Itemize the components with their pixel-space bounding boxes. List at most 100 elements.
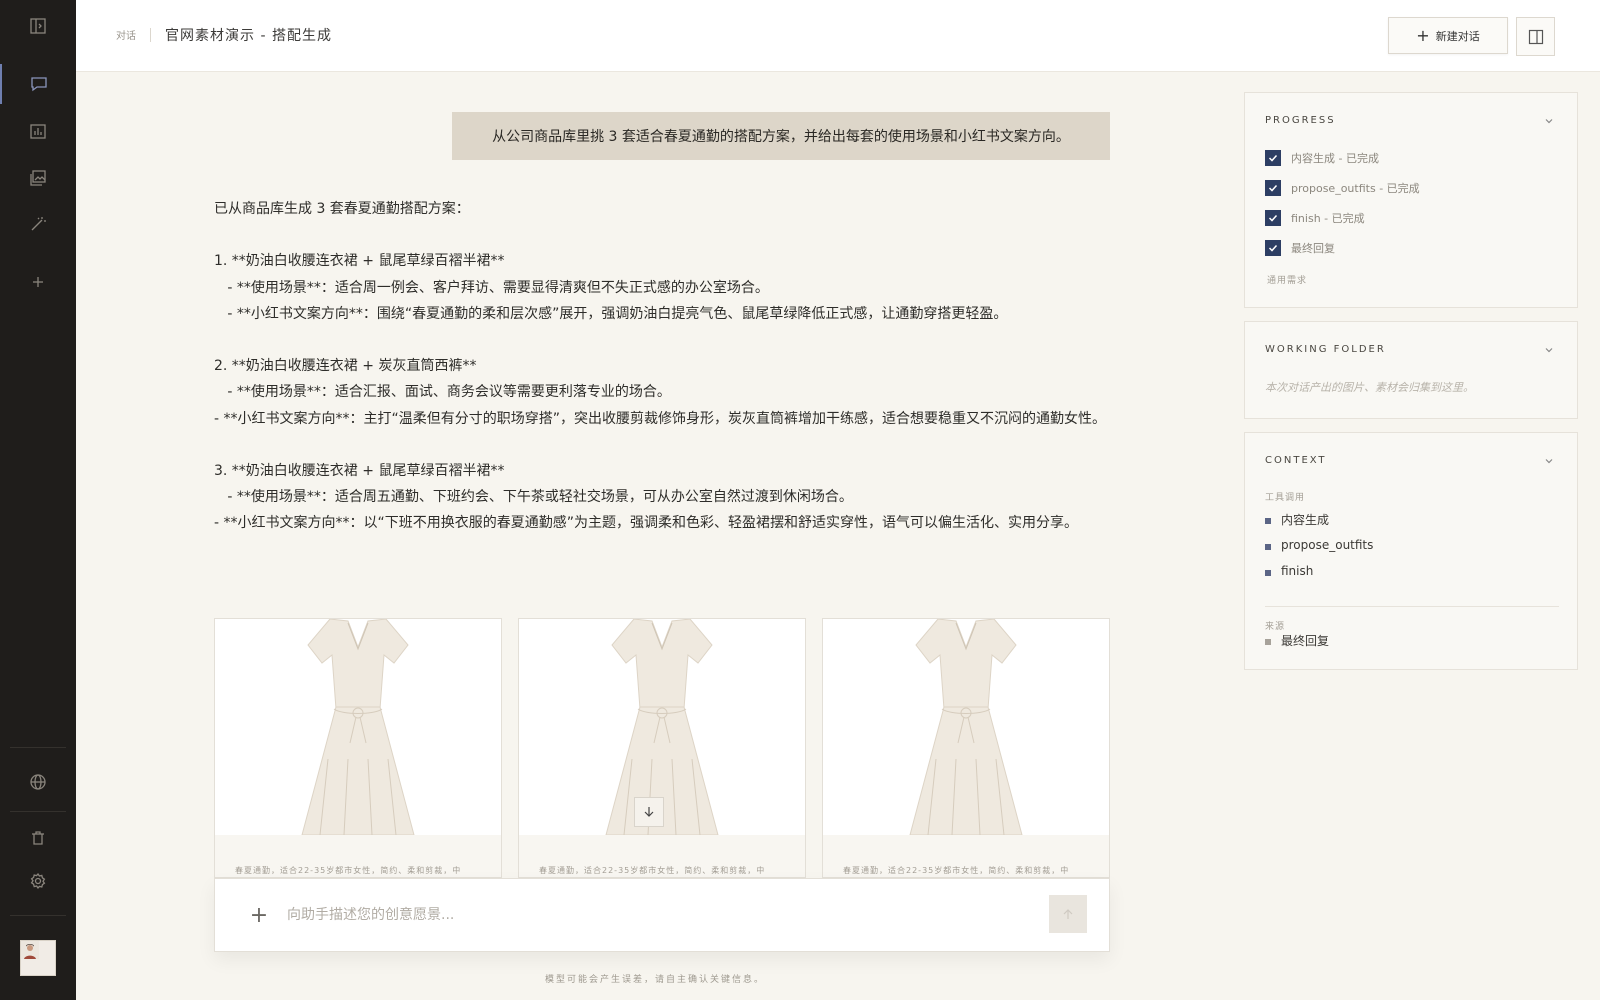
- settings-button[interactable]: [0, 861, 76, 901]
- chevron-down-icon[interactable]: [1543, 344, 1555, 356]
- card-caption: 春夏通勤，适合22-35岁都市女性，简约、柔和剪裁，中: [235, 866, 462, 875]
- tool-item-label: propose_outfits: [1281, 538, 1374, 552]
- top-header: 对话 官网素材演示 - 搭配生成 + 新建对话: [76, 0, 1600, 72]
- new-chat-label: 新建对话: [1435, 29, 1480, 43]
- progress-item-label: finish - 已完成: [1291, 212, 1365, 225]
- image-results: 春夏通勤，适合22-35岁都市女性，简约、柔和剪裁，中 春夏通勤，适合22-35…: [214, 618, 1110, 878]
- tool-item: finish: [1265, 562, 1313, 580]
- bullet-icon: [1265, 570, 1271, 576]
- globe-icon: [30, 774, 46, 790]
- new-chat-button[interactable]: + 新建对话: [1388, 17, 1508, 54]
- progress-item-label: propose_outfits - 已完成: [1291, 182, 1420, 195]
- progress-item: propose_outfits - 已完成: [1265, 179, 1420, 197]
- prompt-input[interactable]: [287, 899, 987, 931]
- analytics-icon: [30, 124, 46, 139]
- product-card[interactable]: 春夏通勤，适合22-35岁都市女性，简约、柔和剪裁，中: [518, 618, 806, 878]
- trash-icon: [32, 831, 44, 845]
- answer-line: [214, 327, 1114, 353]
- tool-item-label: 内容生成: [1281, 512, 1330, 527]
- rail-divider: [10, 915, 66, 916]
- checkbox-checked-icon[interactable]: [1265, 180, 1281, 196]
- source-item: 最终回复: [1265, 631, 1329, 649]
- chevron-down-icon[interactable]: [1543, 455, 1555, 467]
- bullet-icon: [1265, 639, 1271, 645]
- chat-icon: [31, 77, 47, 92]
- answer-line: - **小红书文案方向**：围绕“春夏通勤的柔和层次感”展开，强调奶油白提亮气色…: [214, 305, 1008, 322]
- send-button[interactable]: [1049, 895, 1087, 933]
- product-card[interactable]: 春夏通勤，适合22-35岁都市女性，简约、柔和剪裁，中: [214, 618, 502, 878]
- progress-item: finish - 已完成: [1265, 209, 1365, 227]
- answer-line: [214, 222, 1114, 248]
- download-button[interactable]: [634, 797, 664, 827]
- chevron-down-icon[interactable]: [1543, 115, 1555, 127]
- tool-item: 内容生成: [1265, 510, 1329, 528]
- sidebar-toggle-icon: [30, 18, 46, 34]
- avatar[interactable]: [20, 940, 56, 976]
- card-caption: 春夏通勤，适合22-35岁都市女性，简约、柔和剪裁，中: [843, 866, 1070, 875]
- progress-item: 内容生成 - 已完成: [1265, 149, 1379, 167]
- add-button[interactable]: [0, 262, 76, 302]
- toggle-panel-button[interactable]: [1516, 17, 1555, 56]
- panel-layout-icon: [1528, 29, 1543, 44]
- working-folder-note: 本次对话产出的图片、素材会归集到这里。: [1265, 381, 1474, 394]
- bullet-icon: [1265, 544, 1271, 550]
- arrow-down-icon: [644, 807, 654, 817]
- product-card[interactable]: 春夏通勤，适合22-35岁都市女性，简约、柔和剪裁，中: [822, 618, 1110, 878]
- trash-button[interactable]: [0, 818, 76, 858]
- answer-line: [214, 432, 1114, 458]
- checkbox-checked-icon[interactable]: [1265, 210, 1281, 226]
- answer-line: - **小红书文案方向**：以“下班不用换衣服的春夏通勤感”为主题，强调柔和色彩…: [214, 515, 1079, 532]
- settings-icon: [30, 872, 46, 890]
- rail-divider: [10, 747, 66, 748]
- working-folder-title: WORKING FOLDER: [1265, 344, 1386, 355]
- tool-item-label: finish: [1281, 564, 1314, 578]
- context-panel: CONTEXT 工具调用 内容生成 propose_outfits finish…: [1244, 432, 1578, 670]
- progress-footer: 通用需求: [1267, 276, 1308, 286]
- answer-line: - **使用场景**：适合周五通勤、下班约会、下午茶或轻社交场景，可从办公室自然…: [214, 489, 853, 506]
- nav-analytics[interactable]: [0, 111, 76, 151]
- attach-button[interactable]: +: [245, 901, 273, 929]
- source-item-label: 最终回复: [1281, 633, 1330, 648]
- checkbox-checked-icon[interactable]: [1265, 150, 1281, 166]
- breadcrumb-divider: [150, 28, 151, 42]
- magic-wand-icon: [31, 217, 46, 231]
- product-image[interactable]: [823, 619, 1109, 835]
- nav-chat[interactable]: [0, 64, 76, 104]
- progress-item: 最终回复: [1265, 239, 1335, 257]
- page-title: 官网素材演示 - 搭配生成: [165, 28, 332, 44]
- arrow-up-icon: [1063, 909, 1073, 919]
- left-rail: [0, 0, 76, 1000]
- plus-icon: +: [1416, 25, 1430, 45]
- context-divider: [1265, 606, 1559, 607]
- working-folder-panel: WORKING FOLDER 本次对话产出的图片、素材会归集到这里。: [1244, 321, 1578, 419]
- avatar-image: [21, 941, 39, 959]
- nav-magic[interactable]: [0, 204, 76, 244]
- nav-gallery[interactable]: [0, 158, 76, 198]
- answer-line: - **使用场景**：适合周一例会、客户拜访、需要显得清爽但不失正式感的办公室场…: [214, 279, 769, 296]
- progress-title: PROGRESS: [1265, 115, 1336, 126]
- disclaimer: 模型可能会产生误差，请自主确认关键信息。: [545, 975, 766, 985]
- card-caption: 春夏通勤，适合22-35岁都市女性，简约、柔和剪裁，中: [539, 866, 766, 875]
- tools-label: 工具调用: [1265, 493, 1306, 503]
- sidebar-toggle-button[interactable]: [0, 6, 76, 46]
- language-button[interactable]: [0, 762, 76, 802]
- product-image[interactable]: [215, 619, 501, 835]
- breadcrumb[interactable]: 对话: [116, 27, 136, 42]
- assistant-answer: 已从商品库生成 3 套春夏通勤搭配方案： 1. **奶油白收腰连衣裙 + 鼠尾草…: [214, 196, 1114, 536]
- bullet-icon: [1265, 518, 1271, 524]
- progress-item-label: 最终回复: [1291, 242, 1335, 255]
- answer-line: - **使用场景**：适合汇报、面试、商务会议等需要更利落专业的场合。: [214, 384, 671, 401]
- message-composer: +: [214, 878, 1110, 952]
- answer-line: 3. **奶油白收腰连衣裙 + 鼠尾草绿百褶半裙**: [214, 462, 505, 479]
- checkbox-checked-icon[interactable]: [1265, 240, 1281, 256]
- tool-item: propose_outfits: [1265, 536, 1373, 554]
- answer-line: - **小红书文案方向**：主打“温柔但有分寸的职场穿搭”，突出收腰剪裁修饰身形…: [214, 410, 1107, 427]
- user-message: 从公司商品库里挑 3 套适合春夏通勤的搭配方案，并给出每套的使用场景和小红书文案…: [452, 112, 1110, 160]
- answer-line: 2. **奶油白收腰连衣裙 + 炭灰直筒西裤**: [214, 358, 477, 375]
- answer-line: 已从商品库生成 3 套春夏通勤搭配方案：: [214, 201, 470, 217]
- context-title: CONTEXT: [1265, 455, 1327, 466]
- progress-item-label: 内容生成 - 已完成: [1291, 152, 1379, 165]
- plus-icon: [33, 277, 43, 287]
- progress-panel: PROGRESS 内容生成 - 已完成 propose_outfits - 已完…: [1244, 92, 1578, 308]
- gallery-icon: [30, 170, 46, 186]
